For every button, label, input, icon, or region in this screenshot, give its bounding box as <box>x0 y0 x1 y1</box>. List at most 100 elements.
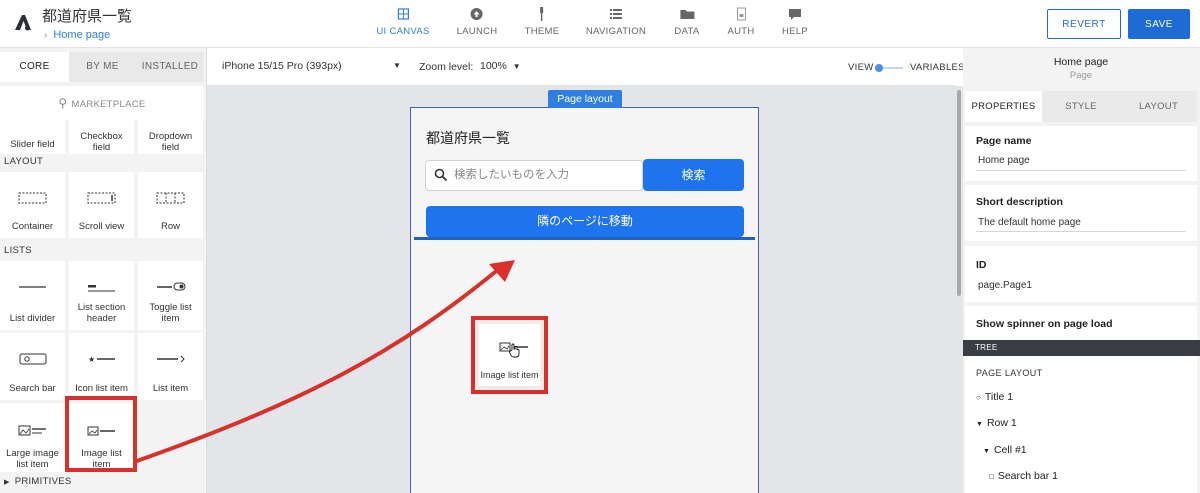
tab-style[interactable]: STYLE <box>1042 91 1120 122</box>
page-name-label: Page name <box>976 135 1032 147</box>
svg-text:★: ★ <box>88 355 95 364</box>
zoom-select[interactable]: 100% ▼ <box>480 60 521 72</box>
search-bar-icon <box>19 353 47 365</box>
tree-node-label: Title 1 <box>984 391 1014 403</box>
field-underline <box>976 170 1186 171</box>
id-card: ID page.Page1 <box>965 246 1197 302</box>
short-description-card: Short description The default home page <box>965 185 1197 241</box>
palette-container[interactable]: Container <box>0 172 65 238</box>
tree-header: TREE <box>963 340 1200 356</box>
short-description-field[interactable]: The default home page <box>978 217 1081 228</box>
tab-properties[interactable]: PROPERTIES <box>965 91 1042 122</box>
nav-launch[interactable]: LAUNCH <box>457 6 498 37</box>
breadcrumb[interactable]: › Home page <box>44 29 110 41</box>
tab-core[interactable]: CORE <box>0 52 69 82</box>
scrollbar-thumb[interactable] <box>957 90 961 296</box>
caret-right-icon: ▶ <box>4 479 10 486</box>
panel-subtitle: Page <box>1069 70 1093 81</box>
section-primitives[interactable]: ▶ PRIMITIVES <box>4 476 72 487</box>
save-button[interactable]: SAVE <box>1128 9 1190 39</box>
nav-ui-canvas[interactable]: UI CANVAS <box>376 6 429 37</box>
revert-button[interactable]: REVERT <box>1047 9 1121 39</box>
palette-empty-slot <box>138 403 203 472</box>
hand-cursor-icon <box>509 343 520 358</box>
tree-node-label: Cell #1 <box>993 444 1027 456</box>
nav-navigation[interactable]: NAVIGATION <box>586 6 646 37</box>
view-label: VIEW <box>848 62 874 73</box>
palette-list-section-header[interactable]: List section header <box>69 261 134 330</box>
palette-search-bar[interactable]: Search bar <box>0 333 65 400</box>
nav-label: UI CANVAS <box>376 26 430 37</box>
nav-help[interactable]: HELP <box>782 6 808 37</box>
nav-theme[interactable]: THEME <box>525 6 560 37</box>
id-value: page.Page1 <box>978 280 1032 291</box>
divider-icon <box>19 286 46 288</box>
palette-checkbox-field[interactable]: Checkbox field <box>69 120 134 154</box>
scroll-view-icon <box>87 192 116 204</box>
palette-toggle-list-item[interactable]: Toggle list item <box>138 261 203 330</box>
tile-label: Toggle list item <box>149 302 192 324</box>
tile-label: Row <box>160 221 180 232</box>
palette-list-divider[interactable]: List divider <box>0 261 65 330</box>
chevron-down-icon[interactable]: ▼ <box>393 61 401 70</box>
palette-tabs: CORE BY ME INSTALLED <box>0 52 206 82</box>
palette-list-item[interactable]: List item <box>138 333 203 400</box>
app-logo-icon <box>15 15 31 31</box>
toggle-icon <box>157 282 186 291</box>
palette-large-image-list-item[interactable]: Large image list item <box>0 403 65 472</box>
search-icon: ⚲ <box>58 96 68 110</box>
caret-down-icon: ▼ <box>976 421 983 428</box>
tile-label: Container <box>11 221 54 232</box>
marketplace-link[interactable]: ⚲ MARKETPLACE <box>0 86 204 120</box>
next-page-button[interactable]: 隣のページに移動 <box>426 206 744 237</box>
tab-by-me[interactable]: BY ME <box>69 52 136 82</box>
nav-auth[interactable]: AUTH <box>727 6 754 37</box>
device-select[interactable]: iPhone 15/15 Pro (393px) <box>222 60 342 72</box>
tree-node-row[interactable]: ▼ Row 1 <box>976 417 1017 429</box>
palette-scroll-view[interactable]: Scroll view <box>69 172 134 238</box>
page-name-card: Page name Home page <box>965 126 1197 181</box>
canvas-control-bar: iPhone 15/15 Pro (393px) ▼ Zoom level: 1… <box>207 48 964 86</box>
spinner-card[interactable]: Show spinner on page load <box>965 306 1197 340</box>
zoom-label: Zoom level: <box>419 61 474 73</box>
short-description-label: Short description <box>976 196 1063 208</box>
tile-label: Slider field <box>10 139 55 150</box>
row-icon <box>156 192 185 204</box>
breadcrumb-label: Home page <box>53 29 111 41</box>
data-icon <box>679 10 694 19</box>
nav-data[interactable]: DATA <box>674 6 699 37</box>
ui-canvas-icon <box>397 8 409 20</box>
tree-node-search-bar[interactable]: □ Search bar 1 <box>989 470 1058 482</box>
nav-label: THEME <box>524 26 560 37</box>
tile-label: Dropdown field <box>148 131 193 153</box>
list-item-icon <box>157 355 185 363</box>
section-header-icon <box>88 285 115 292</box>
search-input[interactable]: 検索したいものを入力 <box>425 160 643 191</box>
dragging-image-list-item[interactable]: Image list item <box>471 316 548 394</box>
navigation-icon <box>610 9 622 19</box>
palette-row[interactable]: Row <box>138 172 203 238</box>
search-icon <box>434 168 448 182</box>
page-name-field[interactable]: Home page <box>978 155 1030 166</box>
tree-section-page-layout: PAGE LAYOUT <box>976 368 1043 378</box>
tab-installed[interactable]: INSTALLED <box>136 52 204 82</box>
nav-label: HELP <box>781 26 809 37</box>
chevron-down-icon: ▼ <box>512 62 521 71</box>
zoom-value: 100% <box>480 60 507 72</box>
tree-node-cell[interactable]: ▼ Cell #1 <box>983 444 1027 456</box>
search-button[interactable]: 検索 <box>643 159 744 191</box>
palette-dropdown-field[interactable]: Dropdown field <box>138 120 203 154</box>
tree-node-title[interactable]: ○ Title 1 <box>976 391 1013 403</box>
marketplace-label: MARKETPLACE <box>71 99 146 110</box>
panel-title: Home page <box>1053 56 1109 68</box>
page-title[interactable]: 都道府県一覧 <box>426 128 510 148</box>
section-primitives-label: PRIMITIVES <box>14 476 72 487</box>
launch-icon <box>471 8 483 20</box>
palette-icon-list-item[interactable]: ★ Icon list item <box>69 333 134 400</box>
view-variables-toggle[interactable] <box>875 64 903 72</box>
app-title: 都道府県一覧 <box>42 8 133 25</box>
tab-layout[interactable]: LAYOUT <box>1120 91 1197 122</box>
drag-label: Image list item <box>480 370 539 380</box>
tree-node-label: Row 1 <box>986 417 1017 429</box>
palette-slider-field[interactable]: Slider field <box>0 120 65 154</box>
